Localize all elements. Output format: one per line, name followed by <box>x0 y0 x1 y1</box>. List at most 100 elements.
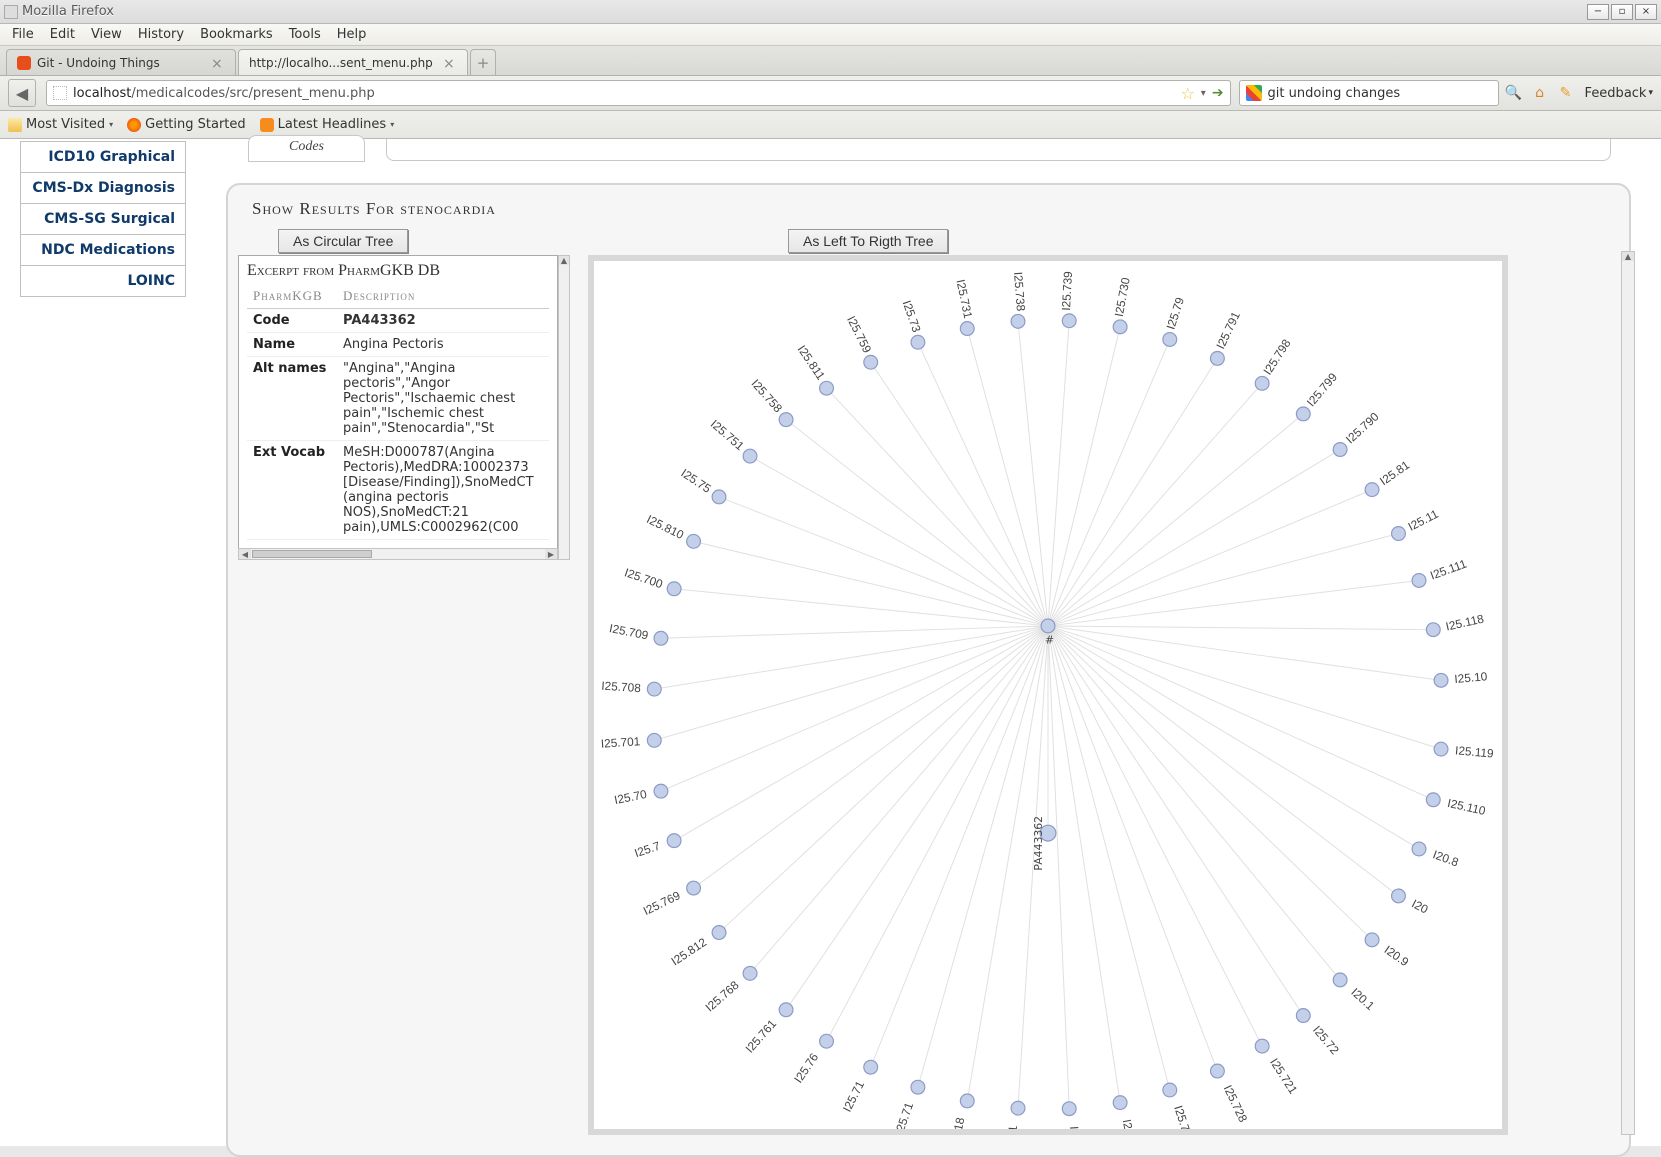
svg-text:I25.790: I25.790 <box>1343 409 1382 446</box>
svg-text:I25.119: I25.119 <box>1455 743 1495 760</box>
svg-text:I25.11: I25.11 <box>1406 507 1441 534</box>
svg-text:I25.718: I25.718 <box>946 1116 968 1129</box>
svg-text:I25.769: I25.769 <box>641 888 683 918</box>
minimize-button[interactable]: − <box>1587 4 1609 20</box>
svg-text:I25.738: I25.738 <box>1011 271 1028 312</box>
th-description: Description <box>337 284 549 309</box>
vscrollbar[interactable] <box>558 255 570 560</box>
sidebar-item-icd10[interactable]: ICD10 Graphical <box>21 142 185 173</box>
tab-label: http://localho...sent_menu.php <box>249 56 433 70</box>
th-pharmgkb: PharmKGB <box>247 284 337 309</box>
sidebar-item-loinc[interactable]: LOINC <box>21 266 185 297</box>
svg-text:I25.768: I25.768 <box>703 978 742 1015</box>
svg-text:I25.721: I25.721 <box>1267 1056 1300 1097</box>
hscrollbar[interactable] <box>238 548 558 560</box>
sidebar: ICD10 Graphical CMS-Dx Diagnosis CMS-SG … <box>0 139 196 1146</box>
sidebar-item-cmsdx[interactable]: CMS-Dx Diagnosis <box>21 173 185 204</box>
excerpt-table: PharmKGB Description CodePA443362 NameAn… <box>247 284 549 540</box>
cell-key: Name <box>247 333 337 357</box>
svg-text:I25.70: I25.70 <box>613 787 648 807</box>
cell-key: Code <box>247 309 337 333</box>
window-title: Mozilla Firefox <box>22 4 114 19</box>
codes-tab[interactable]: Codes <box>248 135 365 162</box>
bookmark-most-visited[interactable]: Most Visited ▾ <box>8 117 113 132</box>
table-row: Alt names"Angina","Angina pectoris","Ang… <box>247 357 549 441</box>
main-area: Codes Show Results For stenocardia As Ci… <box>196 139 1661 1146</box>
bookmark-label: Latest Headlines <box>278 117 387 132</box>
firefox-icon <box>127 118 141 132</box>
url-text: localhost/medicalcodes/src/present_menu.… <box>73 86 1174 101</box>
site-favicon-icon <box>53 86 67 100</box>
svg-text:I25.720: I25.720 <box>1120 1118 1141 1129</box>
url-input[interactable]: localhost/medicalcodes/src/present_menu.… <box>46 80 1231 106</box>
page-content: ICD10 Graphical CMS-Dx Diagnosis CMS-SG … <box>0 139 1661 1146</box>
svg-text:I25.709: I25.709 <box>608 621 650 642</box>
svg-text:I25.758: I25.758 <box>748 376 785 415</box>
home-icon[interactable]: ⌂ <box>1529 82 1551 104</box>
sidebar-nav: ICD10 Graphical CMS-Dx Diagnosis CMS-SG … <box>20 141 186 297</box>
feedback-icon[interactable]: ✎ <box>1555 82 1577 104</box>
new-tab-button[interactable] <box>470 49 496 75</box>
svg-text:I25.791: I25.791 <box>1213 310 1243 352</box>
chevron-down-icon: ▾ <box>109 120 113 129</box>
tab-close-icon[interactable] <box>443 56 457 70</box>
table-row: Ext VocabMeSH:D000787(Angina Pectoris),M… <box>247 441 549 540</box>
bookmark-star-icon[interactable]: ☆ <box>1180 84 1194 103</box>
cell-val: PA443362 <box>337 309 549 333</box>
table-row: NameAngina Pectoris <box>247 333 549 357</box>
menu-help[interactable]: Help <box>329 25 375 44</box>
back-button[interactable]: ◀ <box>8 79 36 107</box>
tree-frame[interactable]: I25.119I25.110I20.8I20I20.9I20.1I25.72I2… <box>588 255 1508 1135</box>
tab-label: Git - Undoing Things <box>37 56 160 70</box>
svg-text:I25.728: I25.728 <box>1221 1083 1251 1125</box>
sidebar-item-ndc[interactable]: NDC Medications <box>21 235 185 266</box>
feedback-button[interactable]: Feedback▾ <box>1585 86 1653 101</box>
menubar: File Edit View History Bookmarks Tools H… <box>0 24 1661 46</box>
tab-close-icon[interactable] <box>211 56 225 70</box>
menu-file[interactable]: File <box>4 25 42 44</box>
menu-bookmarks[interactable]: Bookmarks <box>192 25 281 44</box>
bookmark-getting-started[interactable]: Getting Started <box>127 117 246 132</box>
cell-key: Ext Vocab <box>247 441 337 540</box>
tree-vscrollbar[interactable] <box>1621 251 1635 1135</box>
search-box[interactable]: git undoing changes <box>1239 80 1499 106</box>
search-text: git undoing changes <box>1268 86 1492 101</box>
svg-text:I25.751: I25.751 <box>708 417 747 453</box>
sidebar-item-cmssg[interactable]: CMS-SG Surgical <box>21 204 185 235</box>
circular-tree-button[interactable]: As Circular Tree <box>278 229 408 253</box>
svg-text:I25.75: I25.75 <box>678 466 714 496</box>
svg-text:I25.701: I25.701 <box>600 734 640 751</box>
tab-git[interactable]: Git - Undoing Things <box>6 49 236 75</box>
rss-icon <box>260 118 274 132</box>
bookmark-latest-headlines[interactable]: Latest Headlines ▾ <box>260 117 395 132</box>
svg-text:I25.700: I25.700 <box>623 565 665 591</box>
ltr-tree-button[interactable]: As Left To Rigth Tree <box>788 229 948 253</box>
svg-text:I25.7: I25.7 <box>633 839 662 861</box>
tabbar: Git - Undoing Things http://localho...se… <box>0 46 1661 76</box>
excerpt-frame: Excerpt from PharmGKB DB PharmKGB Descri… <box>238 255 558 549</box>
svg-text:#: # <box>1045 634 1054 647</box>
svg-text:I20: I20 <box>1409 896 1430 916</box>
svg-text:I25.10: I25.10 <box>1454 669 1488 686</box>
menu-edit[interactable]: Edit <box>42 25 83 44</box>
code-input-area[interactable] <box>386 139 1611 161</box>
svg-text:I25.761: I25.761 <box>742 1017 779 1056</box>
svg-text:I25.76: I25.76 <box>791 1050 821 1085</box>
cell-val: "Angina","Angina pectoris","Angor Pector… <box>337 357 549 441</box>
svg-text:I25.759: I25.759 <box>844 314 874 356</box>
menu-view[interactable]: View <box>83 25 130 44</box>
scroll-thumb[interactable] <box>252 550 372 558</box>
svg-text:I20.9: I20.9 <box>1382 943 1412 970</box>
tab-localhost[interactable]: http://localho...sent_menu.php <box>238 49 468 75</box>
maximize-button[interactable]: ▫ <box>1611 4 1633 20</box>
go-button-icon[interactable]: ➔ <box>1212 85 1224 101</box>
binoculars-icon[interactable]: 🔍 <box>1503 82 1525 104</box>
url-history-dropdown-icon[interactable]: ▾ <box>1201 88 1206 99</box>
close-button[interactable]: × <box>1635 4 1657 20</box>
svg-text:I20.8: I20.8 <box>1431 847 1461 869</box>
window-controls: − ▫ × <box>1587 4 1657 20</box>
menu-history[interactable]: History <box>130 25 192 44</box>
svg-text:I25.729: I25.729 <box>1171 1104 1197 1129</box>
menu-tools[interactable]: Tools <box>281 25 329 44</box>
results-title: Show Results For stenocardia <box>238 191 1619 229</box>
